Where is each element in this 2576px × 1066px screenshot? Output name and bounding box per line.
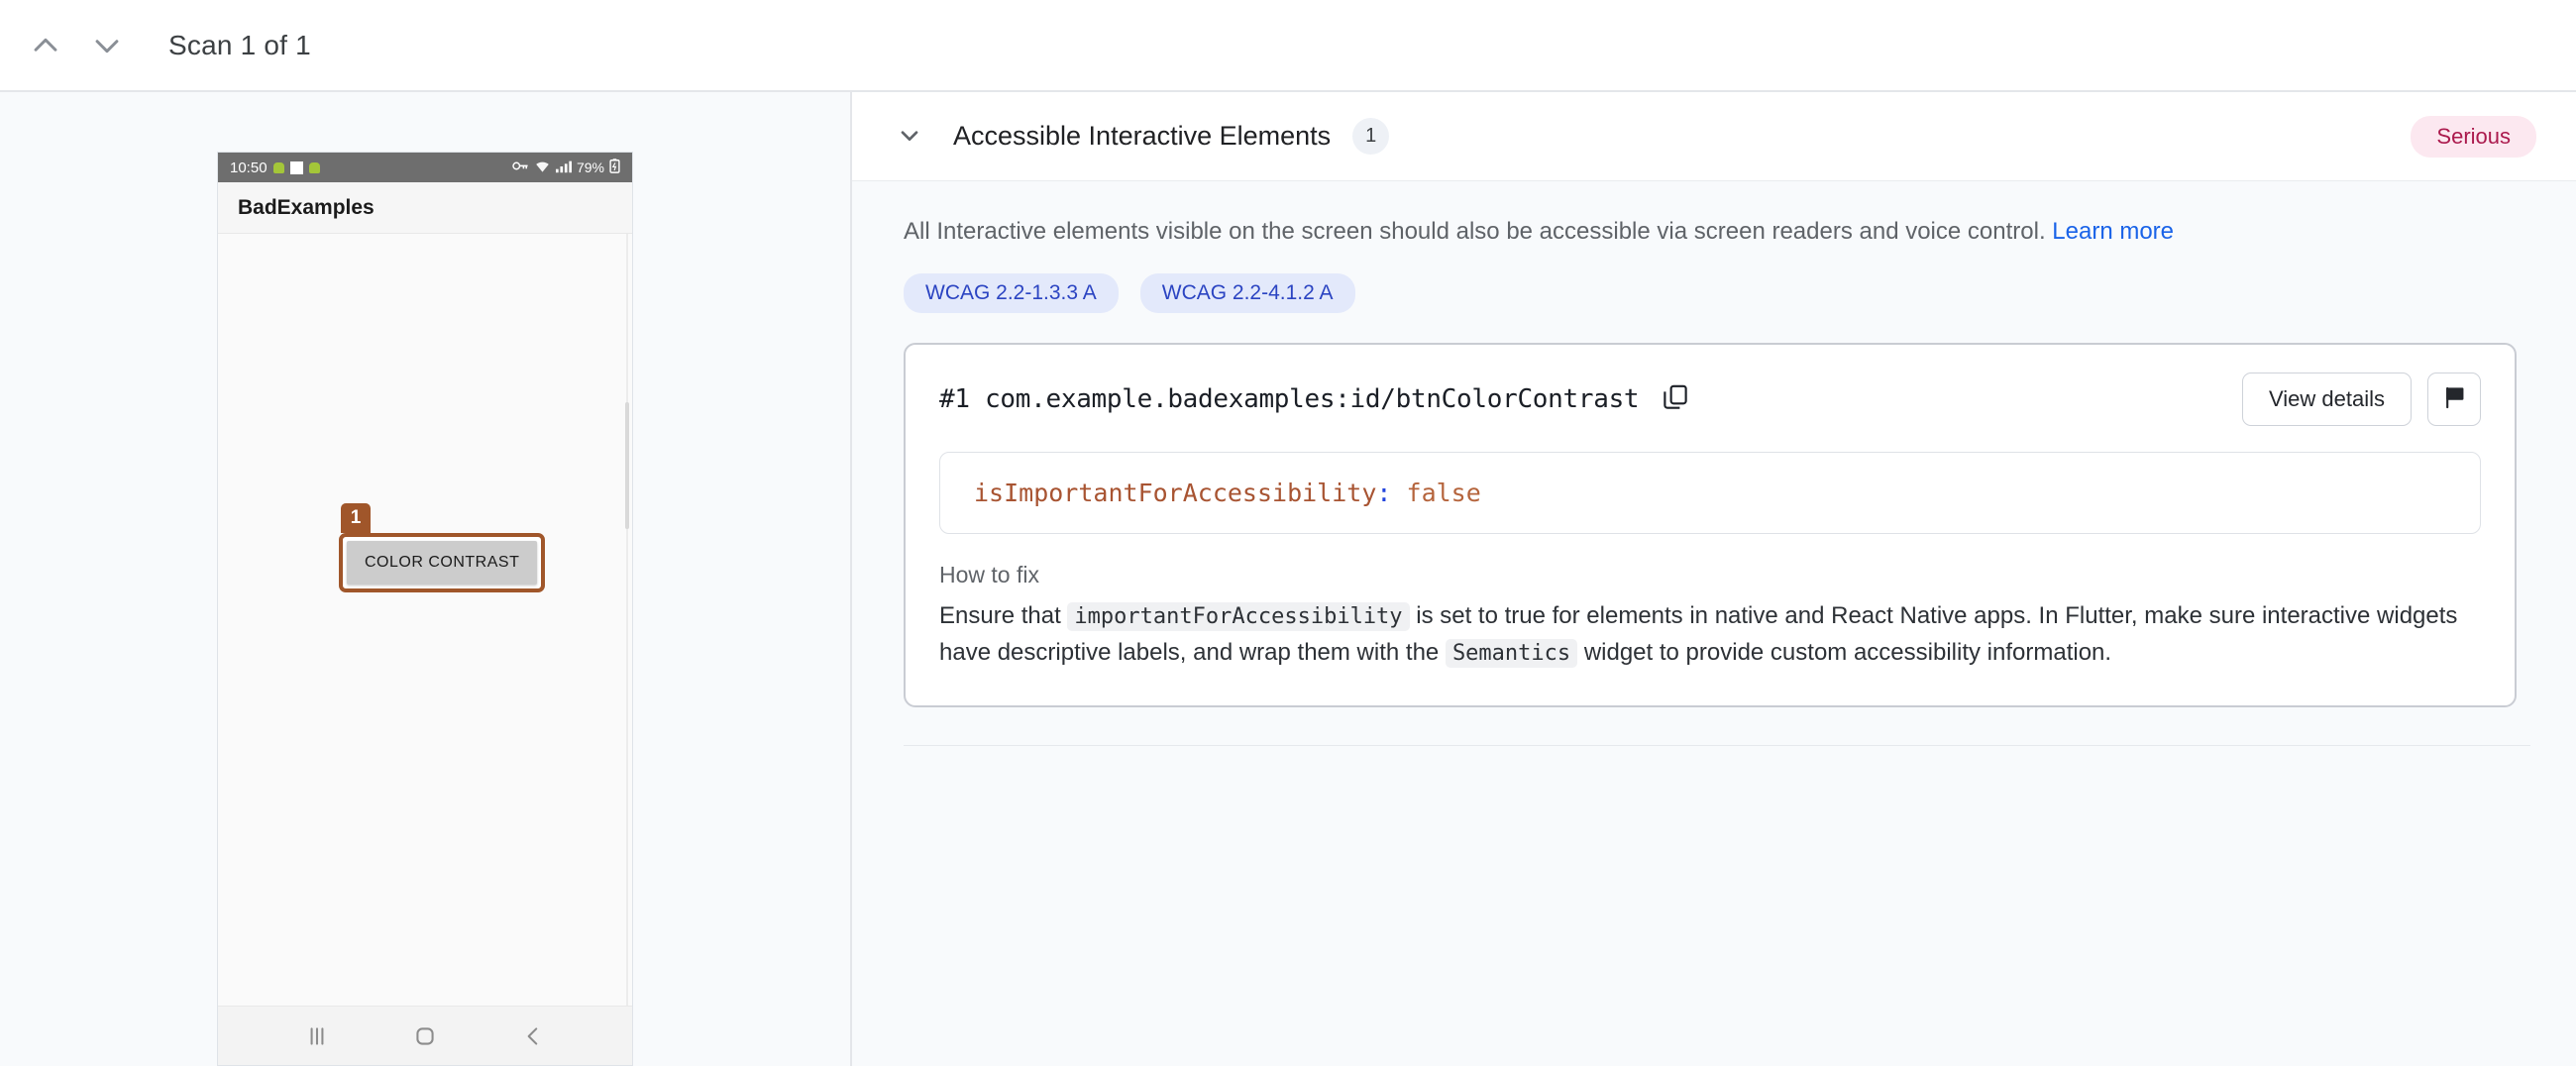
issue-details-pane: Accessible Interactive Elements 1 Seriou…: [852, 92, 2576, 1066]
copy-icon: [1661, 382, 1690, 415]
scan-counter-label: Scan 1 of 1: [168, 30, 311, 61]
how-to-fix-text-part: Ensure that: [939, 602, 1067, 629]
issue-header: Accessible Interactive Elements 1 Seriou…: [852, 92, 2576, 181]
element-property-box: isImportantForAccessibility: false: [939, 452, 2481, 534]
issue-description: All Interactive elements visible on the …: [904, 215, 2530, 250]
wcag-tag-list: WCAG 2.2-1.3.3 A WCAG 2.2-4.1.2 A: [904, 273, 2530, 313]
key-icon: [512, 160, 529, 175]
android-icon: [273, 162, 284, 173]
chevron-down-icon: [896, 121, 923, 152]
white-square-icon: [290, 161, 303, 174]
device-app-bar: BadExamples: [218, 182, 632, 234]
how-to-fix-title: How to fix: [939, 562, 2481, 588]
color-contrast-button[interactable]: COLOR CONTRAST: [347, 541, 537, 585]
element-property-line: isImportantForAccessibility: false: [974, 479, 2446, 507]
element-card-header: #1 com.example.badexamples:id/btnColorCo…: [939, 373, 2481, 426]
property-colon: :: [1376, 479, 1391, 507]
device-status-bar: 10:50 79%: [218, 153, 632, 182]
issue-title: Accessible Interactive Elements: [953, 121, 1331, 152]
property-key: isImportantForAccessibility: [974, 479, 1376, 507]
wcag-tag[interactable]: WCAG 2.2-4.1.2 A: [1140, 273, 1355, 313]
back-icon[interactable]: [520, 1023, 546, 1049]
android-icon: [309, 162, 320, 173]
preview-scrollbar-thumb[interactable]: [625, 402, 629, 529]
severity-badge: Serious: [2411, 116, 2536, 158]
preview-scrollbar-track: [626, 234, 628, 1006]
copy-resource-id-button[interactable]: [1657, 380, 1694, 418]
how-to-fix-text: Ensure that importantForAccessibility is…: [939, 598, 2481, 672]
inline-code: importantForAccessibility: [1067, 602, 1409, 631]
annotation-highlight-box: COLOR CONTRAST: [339, 533, 545, 592]
section-divider: [904, 745, 2530, 746]
device-nav-bar: [218, 1006, 632, 1065]
previous-scan-button[interactable]: [18, 18, 73, 73]
battery-icon: [609, 159, 620, 176]
element-id-text: com.example.badexamples:id/btnColorContr…: [985, 384, 1639, 414]
home-icon[interactable]: [412, 1023, 438, 1049]
device-screenshot: 10:50 79%: [217, 152, 633, 1066]
flag-issue-button[interactable]: [2427, 373, 2481, 426]
battery-percent-label: 79%: [577, 160, 604, 175]
main-content: 10:50 79%: [0, 92, 2576, 1066]
app-title-label: BadExamples: [238, 196, 375, 220]
signal-icon: [556, 160, 572, 176]
next-scan-button[interactable]: [79, 18, 135, 73]
collapse-section-button[interactable]: [888, 115, 931, 159]
learn-more-link[interactable]: Learn more: [2052, 218, 2174, 245]
issue-count-badge: 1: [1352, 118, 1389, 155]
issue-annotation[interactable]: 1 COLOR CONTRAST: [339, 503, 545, 592]
flag-icon: [2441, 384, 2468, 414]
element-index: #1: [939, 384, 970, 414]
element-card-actions: View details: [2242, 373, 2481, 426]
device-screen-body: 1 COLOR CONTRAST: [218, 234, 632, 1006]
status-bar-left: 10:50: [230, 160, 320, 176]
chevron-down-icon: [90, 29, 124, 62]
recents-icon[interactable]: [304, 1023, 330, 1049]
wifi-icon: [534, 160, 551, 176]
how-to-fix-text-part: widget to provide custom accessibility i…: [1577, 639, 2111, 666]
status-bar-right: 79%: [512, 159, 620, 176]
chevron-up-icon: [29, 29, 62, 62]
annotation-number-badge: 1: [341, 503, 371, 533]
view-details-button[interactable]: View details: [2242, 373, 2412, 426]
element-resource-id: #1 com.example.badexamples:id/btnColorCo…: [939, 384, 1639, 414]
inline-code: Semantics: [1446, 639, 1577, 668]
property-value: false: [1407, 479, 1481, 507]
element-issue-card: #1 com.example.badexamples:id/btnColorCo…: [904, 343, 2517, 707]
status-bar-time: 10:50: [230, 160, 268, 176]
top-toolbar: Scan 1 of 1: [0, 0, 2576, 92]
wcag-tag[interactable]: WCAG 2.2-1.3.3 A: [904, 273, 1119, 313]
issue-body: All Interactive elements visible on the …: [852, 181, 2576, 746]
device-preview-pane: 10:50 79%: [0, 92, 852, 1066]
issue-description-text: All Interactive elements visible on the …: [904, 218, 2046, 245]
